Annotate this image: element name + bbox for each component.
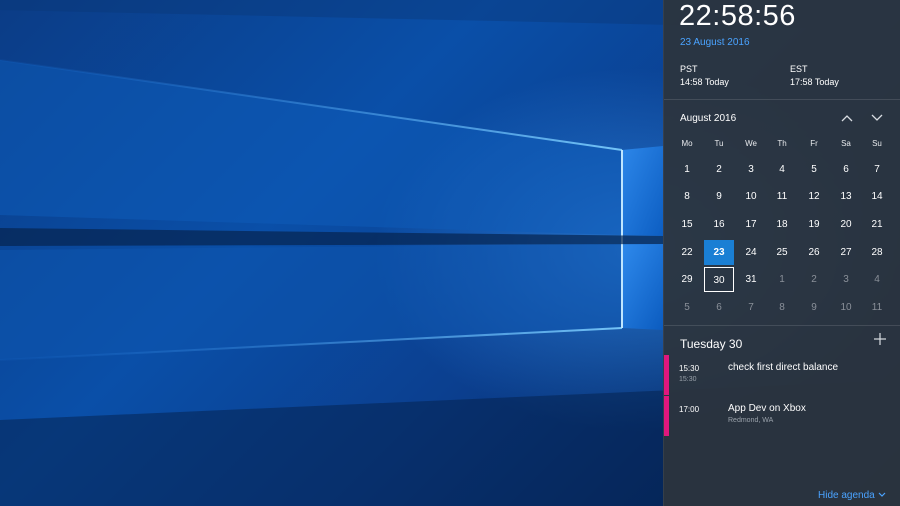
- agenda-event[interactable]: 17:00 App Dev on Xbox Redmond, WA: [664, 396, 900, 436]
- calendar-day[interactable]: 10: [736, 184, 766, 209]
- calendar-day[interactable]: 11: [767, 184, 797, 209]
- timezone-name: EST: [790, 64, 808, 74]
- calendar-day[interactable]: 2: [704, 157, 734, 182]
- calendar-day[interactable]: 4: [767, 157, 797, 182]
- calendar-day[interactable]: 20: [831, 212, 861, 237]
- calendar-day[interactable]: 18: [767, 212, 797, 237]
- calendar-day[interactable]: 5: [672, 295, 702, 320]
- calendar-day[interactable]: 30: [704, 267, 734, 292]
- weekday-header: Fr: [810, 139, 818, 148]
- event-end-time: 15:30: [679, 376, 697, 383]
- chevron-down-icon[interactable]: [867, 110, 887, 126]
- calendar-month-label[interactable]: August 2016: [680, 113, 736, 124]
- calendar-day[interactable]: 3: [831, 267, 861, 292]
- calendar-day[interactable]: 5: [799, 157, 829, 182]
- divider: [664, 99, 900, 100]
- hide-agenda-button[interactable]: Hide agenda: [818, 490, 886, 501]
- weekday-header: Su: [872, 139, 882, 148]
- weekday-header: Tu: [714, 139, 724, 148]
- calendar-day[interactable]: 28: [862, 240, 892, 265]
- event-color-bar: [664, 396, 669, 436]
- event-color-bar: [664, 355, 669, 395]
- calendar-day[interactable]: 14: [862, 184, 892, 209]
- calendar-day[interactable]: 16: [704, 212, 734, 237]
- calendar-day[interactable]: 13: [831, 184, 861, 209]
- event-start-time: 15:30: [679, 364, 700, 373]
- calendar-day[interactable]: 8: [767, 295, 797, 320]
- agenda-day-title: Tuesday 30: [680, 337, 743, 351]
- timezone-time: 17:58 Today: [790, 77, 839, 87]
- calendar-day[interactable]: 2: [799, 267, 829, 292]
- calendar-day[interactable]: 10: [831, 295, 861, 320]
- hide-agenda-label: Hide agenda: [818, 490, 875, 501]
- calendar-day[interactable]: 31: [736, 267, 766, 292]
- calendar-day[interactable]: 29: [672, 267, 702, 292]
- calendar-day[interactable]: 25: [767, 240, 797, 265]
- timezone-name: PST: [680, 64, 698, 74]
- calendar-day[interactable]: 19: [799, 212, 829, 237]
- weekday-header: Sa: [841, 139, 851, 148]
- agenda-event[interactable]: 15:30 15:30 check first direct balance: [664, 355, 900, 395]
- calendar-day[interactable]: 21: [862, 212, 892, 237]
- calendar-day[interactable]: 24: [736, 240, 766, 265]
- calendar-day[interactable]: 23: [704, 240, 734, 265]
- timezone-pst: PST 14:58 Today: [680, 63, 729, 89]
- calendar-day[interactable]: 22: [672, 240, 702, 265]
- calendar-day[interactable]: 9: [704, 184, 734, 209]
- calendar-day[interactable]: 8: [672, 184, 702, 209]
- event-start-time: 17:00: [679, 405, 700, 414]
- calendar-day[interactable]: 3: [736, 157, 766, 182]
- timezone-est: EST 17:58 Today: [790, 63, 839, 89]
- calendar-day[interactable]: 7: [736, 295, 766, 320]
- calendar-day[interactable]: 4: [862, 267, 892, 292]
- calendar-day[interactable]: 12: [799, 184, 829, 209]
- timezone-time: 14:58 Today: [680, 77, 729, 87]
- calendar-day[interactable]: 17: [736, 212, 766, 237]
- weekday-header: Mo: [681, 139, 693, 148]
- plus-icon[interactable]: [874, 332, 886, 350]
- calendar-day[interactable]: 1: [767, 267, 797, 292]
- calendar-day[interactable]: 6: [831, 157, 861, 182]
- chevron-up-icon[interactable]: [837, 110, 857, 126]
- clock-time: 22:58:56: [679, 0, 796, 32]
- calendar-day[interactable]: 7: [862, 157, 892, 182]
- clock-date-link[interactable]: 23 August 2016: [680, 37, 750, 48]
- calendar-day[interactable]: 11: [862, 295, 892, 320]
- calendar-day[interactable]: 27: [831, 240, 861, 265]
- calendar-day[interactable]: 9: [799, 295, 829, 320]
- weekday-header: We: [745, 139, 757, 148]
- event-title: App Dev on Xbox: [728, 403, 806, 414]
- calendar-day[interactable]: 15: [672, 212, 702, 237]
- calendar-day[interactable]: 26: [799, 240, 829, 265]
- event-title: check first direct balance: [728, 362, 839, 373]
- calendar-day[interactable]: 1: [672, 157, 702, 182]
- divider: [664, 325, 900, 326]
- calendar-day[interactable]: 6: [704, 295, 734, 320]
- chevron-down-icon: [878, 490, 886, 501]
- clock-calendar-flyout: 22:58:56 23 August 2016 PST 14:58 Today …: [663, 0, 900, 506]
- weekday-header: Th: [777, 139, 787, 148]
- event-location: Redmond, WA: [728, 417, 774, 424]
